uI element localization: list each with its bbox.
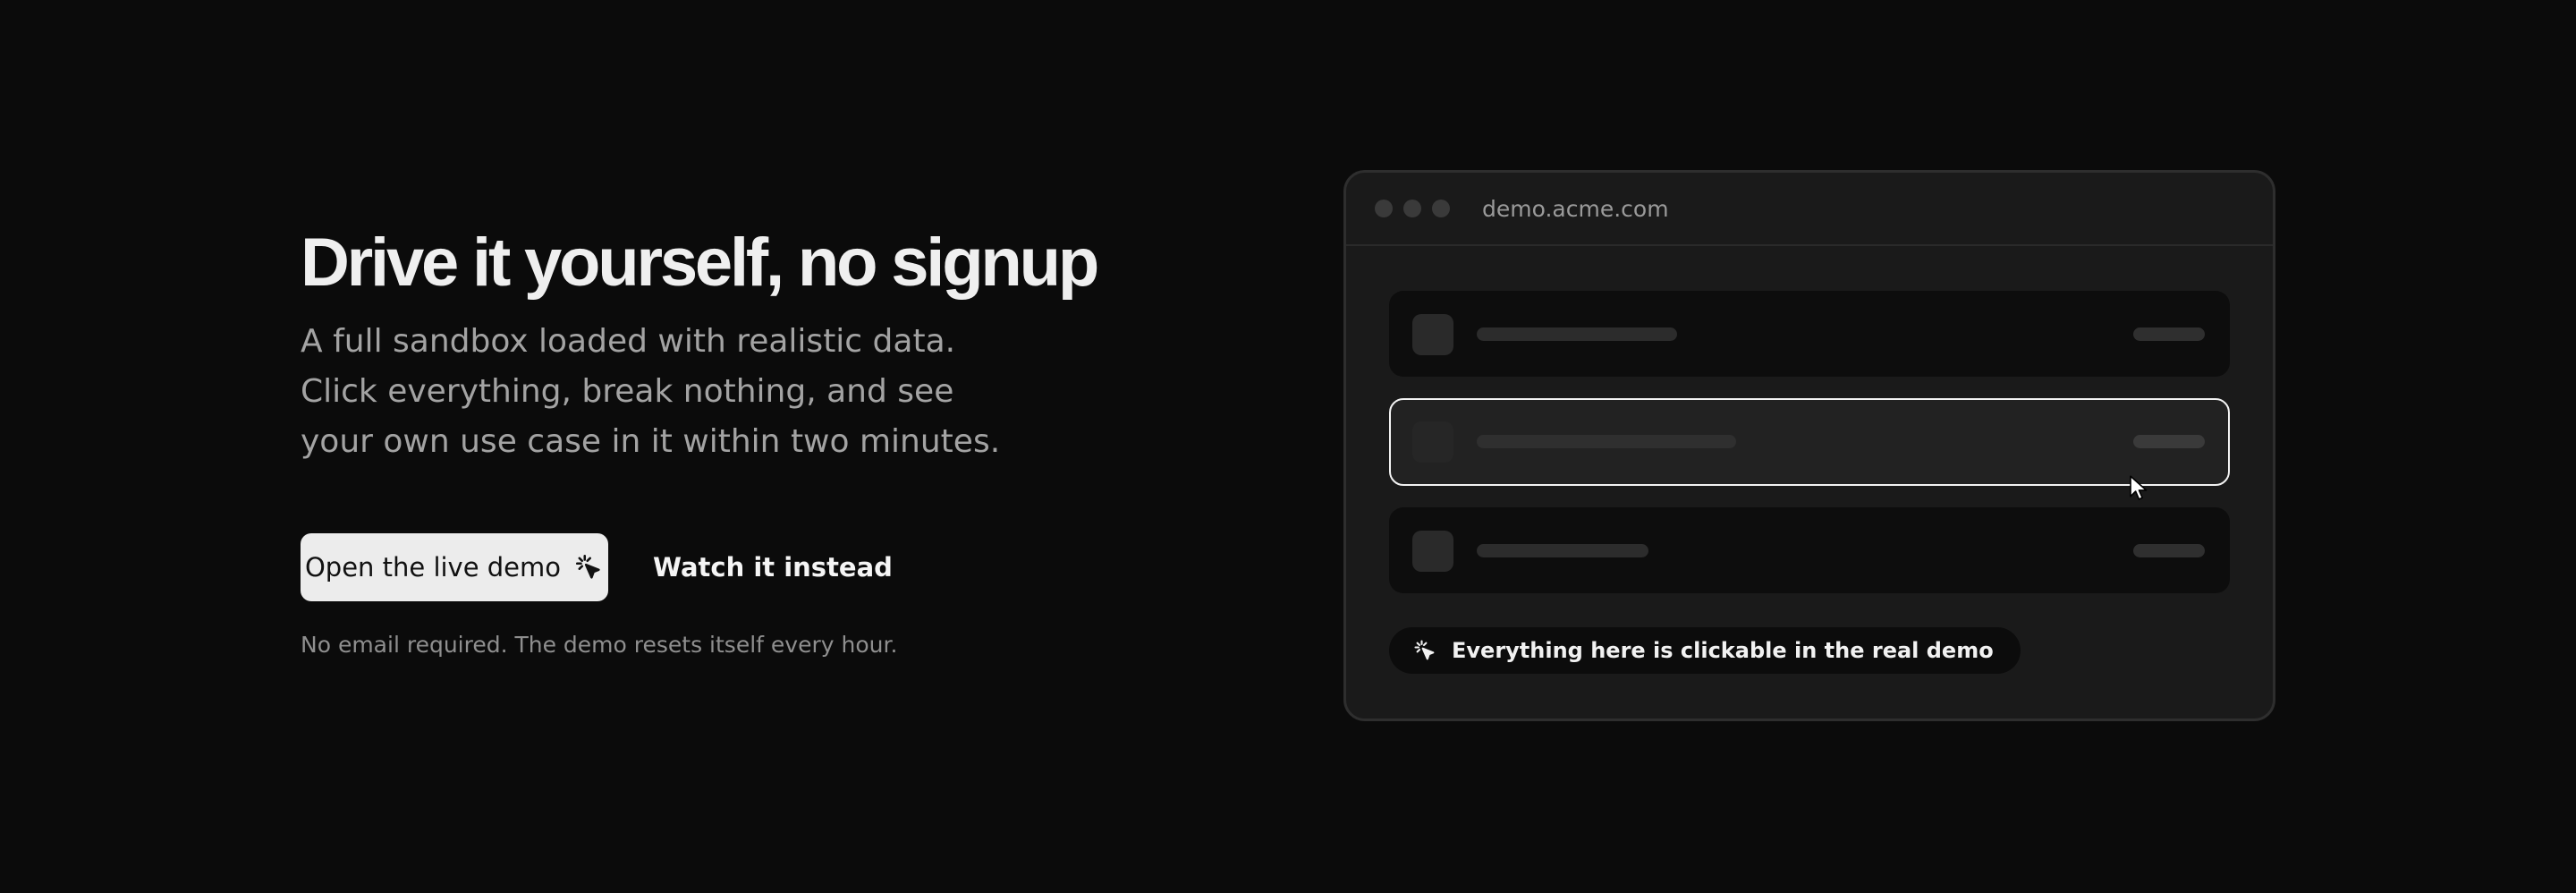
page-title: Drive it yourself, no signup xyxy=(301,225,1099,301)
sparkle-cursor-icon xyxy=(1414,640,1435,660)
row-meta-placeholder xyxy=(2133,435,2205,448)
address-bar-url: demo.acme.com xyxy=(1482,195,1669,222)
cta-row: Open the live demo Watch it instead xyxy=(301,533,1106,601)
watch-it-instead-link[interactable]: Watch it instead xyxy=(653,552,893,583)
row-avatar-placeholder xyxy=(1412,531,1453,572)
browser-titlebar: demo.acme.com xyxy=(1346,173,2273,246)
row-meta-placeholder xyxy=(2133,327,2205,341)
maximize-dot xyxy=(1432,200,1450,217)
footnote: No email required. The demo resets itsel… xyxy=(301,632,898,658)
row-title-placeholder xyxy=(1477,327,1677,341)
close-dot xyxy=(1375,200,1393,217)
subhead-line-3: your own use case in it within two minut… xyxy=(301,423,1001,460)
list-item-selected xyxy=(1389,398,2230,500)
hero-subhead: A full sandbox loaded with realistic dat… xyxy=(301,317,1034,467)
minimize-dot xyxy=(1403,200,1421,217)
clickable-hint-text: Everything here is clickable in the real… xyxy=(1452,638,1994,663)
demo-preview-window: demo.acme.com Everything here is clickab… xyxy=(1343,170,2275,721)
subhead-line-1: A full sandbox loaded with realistic dat… xyxy=(301,323,956,360)
subhead-line-2: Click everything, break nothing, and see xyxy=(301,373,954,410)
clickable-hint-badge: Everything here is clickable in the real… xyxy=(1389,627,2021,674)
row-avatar-placeholder xyxy=(1412,314,1453,355)
open-live-demo-label: Open the live demo xyxy=(304,552,562,583)
row-avatar-placeholder xyxy=(1412,421,1453,463)
preview-list xyxy=(1346,246,2273,593)
mouse-pointer-icon xyxy=(2130,475,2148,500)
list-item xyxy=(1389,291,2230,377)
open-live-demo-button[interactable]: Open the live demo xyxy=(301,533,608,601)
row-meta-placeholder xyxy=(2133,544,2205,557)
list-item xyxy=(1389,507,2230,593)
sparkle-cursor-icon xyxy=(576,554,600,579)
row-title-placeholder xyxy=(1477,435,1736,448)
hero-section: Drive it yourself, no signup A full sand… xyxy=(301,224,1106,658)
row-title-placeholder xyxy=(1477,544,1648,557)
page: Drive it yourself, no signup A full sand… xyxy=(0,0,2576,893)
